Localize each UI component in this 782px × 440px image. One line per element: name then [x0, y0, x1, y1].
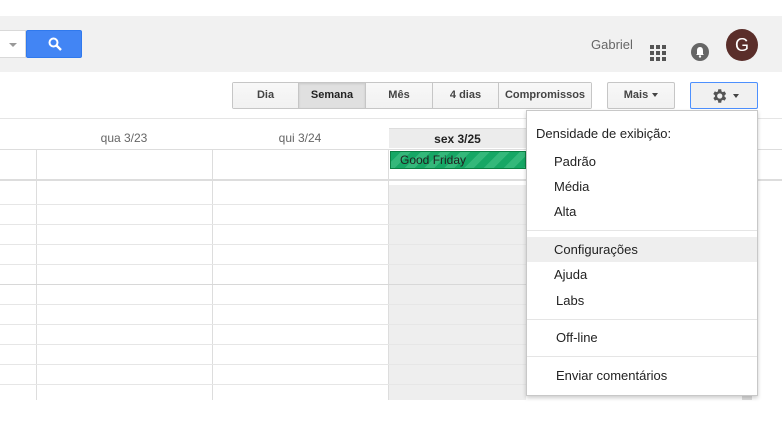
- hour-line: [0, 204, 526, 205]
- calendar-app: Gabriel G Dia Semana Mês 4 dias Compromi…: [0, 0, 782, 440]
- settings-button[interactable]: [690, 82, 758, 109]
- search-icon: [48, 37, 62, 51]
- menu-item-settings[interactable]: Configurações: [527, 237, 757, 262]
- view-switcher: Dia Semana Mês 4 dias Compromissos: [232, 82, 592, 109]
- menu-item-offline[interactable]: Off-line: [527, 325, 757, 350]
- user-name[interactable]: Gabriel: [591, 37, 633, 52]
- hour-line: [0, 344, 526, 345]
- view-button-4-days[interactable]: 4 dias: [433, 83, 499, 108]
- menu-item-density-high[interactable]: Alta: [527, 199, 757, 224]
- view-button-month[interactable]: Mês: [366, 83, 433, 108]
- menu-density-heading: Densidade de exibição:: [536, 126, 672, 141]
- today-column: [389, 185, 526, 400]
- all-day-event[interactable]: Good Friday: [390, 151, 526, 169]
- hour-line: [0, 244, 526, 245]
- hour-line: [0, 324, 526, 325]
- day-header[interactable]: qui 3/24: [212, 128, 388, 148]
- chevron-down-icon: [652, 93, 659, 98]
- day-header-today[interactable]: sex 3/25: [389, 128, 526, 148]
- menu-item-density-default[interactable]: Padrão: [527, 149, 757, 174]
- view-button-agenda[interactable]: Compromissos: [499, 83, 591, 108]
- column-divider: [388, 149, 389, 400]
- hour-line: [0, 384, 526, 385]
- search-options-dropdown[interactable]: [0, 30, 26, 58]
- view-button-day[interactable]: Dia: [233, 83, 299, 108]
- avatar[interactable]: G: [726, 29, 758, 61]
- column-divider: [212, 149, 213, 400]
- more-button[interactable]: Mais: [607, 82, 675, 109]
- more-label: Mais: [623, 89, 649, 101]
- column-divider: [36, 149, 37, 400]
- hour-line: [0, 264, 526, 265]
- notifications-bell-icon[interactable]: [691, 43, 709, 61]
- menu-separator: [527, 230, 757, 231]
- view-button-week[interactable]: Semana: [299, 83, 366, 108]
- menu-separator: [527, 356, 757, 357]
- hour-line: [0, 284, 526, 285]
- chevron-down-icon: [9, 43, 17, 47]
- menu-item-help[interactable]: Ajuda: [527, 262, 757, 287]
- hour-line: [0, 364, 526, 365]
- search-button[interactable]: [26, 30, 82, 58]
- menu-separator: [527, 319, 757, 320]
- hour-line: [0, 224, 526, 225]
- menu-item-density-medium[interactable]: Média: [527, 174, 757, 199]
- apps-grid-icon[interactable]: [650, 45, 666, 61]
- menu-item-send-feedback[interactable]: Enviar comentários: [527, 363, 757, 388]
- menu-item-labs[interactable]: Labs: [527, 288, 757, 313]
- settings-menu: Densidade de exibição: Padrão Média Alta…: [526, 110, 758, 396]
- day-header[interactable]: qua 3/23: [36, 128, 212, 148]
- top-header: Gabriel G: [0, 16, 782, 72]
- gear-icon: [713, 89, 727, 103]
- hour-line: [0, 304, 526, 305]
- chevron-down-icon: [733, 94, 739, 98]
